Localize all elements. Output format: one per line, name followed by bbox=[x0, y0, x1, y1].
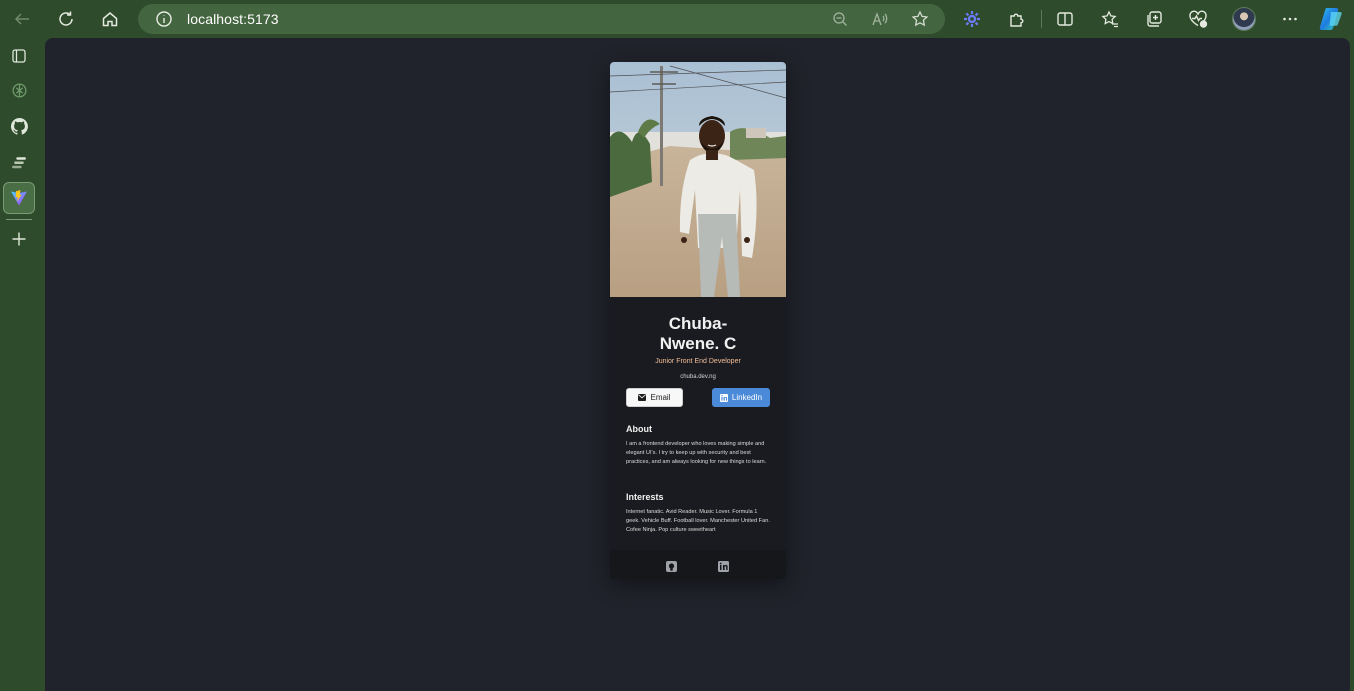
profile-name: Chuba- Nwene. C bbox=[610, 314, 786, 354]
linkedin-button[interactable]: LinkedIn bbox=[712, 388, 770, 407]
more-icon[interactable] bbox=[1276, 5, 1304, 33]
page-viewport: Chuba- Nwene. C Junior Front End Develop… bbox=[45, 38, 1350, 691]
copilot-icon[interactable] bbox=[1318, 6, 1344, 32]
email-button-label: Email bbox=[650, 393, 671, 402]
address-bar[interactable]: localhost:5173 bbox=[138, 4, 945, 34]
profile-name-line2: Nwene. C bbox=[659, 334, 737, 353]
envelope-icon bbox=[638, 394, 647, 401]
interests-heading: Interests bbox=[626, 492, 664, 502]
info-icon[interactable] bbox=[150, 5, 178, 33]
chatgpt-icon[interactable] bbox=[3, 74, 35, 106]
github-icon[interactable] bbox=[3, 110, 35, 142]
favorites-icon[interactable] bbox=[1096, 5, 1124, 33]
app-icon[interactable] bbox=[3, 146, 35, 178]
puzzle-icon[interactable] bbox=[1003, 5, 1031, 33]
refresh-icon[interactable] bbox=[52, 5, 80, 33]
star-icon[interactable] bbox=[906, 5, 934, 33]
profile-role: Junior Front End Developer bbox=[655, 358, 741, 365]
browser-toolbar: localhost:5173 bbox=[0, 0, 1354, 38]
split-screen-icon[interactable] bbox=[1051, 5, 1079, 33]
home-icon[interactable] bbox=[96, 5, 124, 33]
tab-actions-icon[interactable] bbox=[3, 40, 35, 72]
interests-text: Internet fanatic. Avid Reader. Music Lov… bbox=[626, 509, 770, 533]
email-button[interactable]: Email bbox=[626, 388, 683, 407]
github-icon[interactable] bbox=[666, 559, 677, 572]
about-text: I am a frontend developer who loves maki… bbox=[626, 441, 767, 465]
profile-photo bbox=[610, 62, 786, 297]
linkedin-icon bbox=[719, 393, 728, 402]
linkedin-button-label: LinkedIn bbox=[731, 393, 763, 402]
add-icon[interactable] bbox=[3, 223, 35, 255]
vite-icon[interactable] bbox=[3, 182, 35, 214]
back-icon[interactable] bbox=[8, 5, 36, 33]
address-url[interactable]: localhost:5173 bbox=[187, 11, 279, 27]
profile-website[interactable]: chuba.dev.ng bbox=[610, 374, 786, 380]
profile-card: Chuba- Nwene. C Junior Front End Develop… bbox=[610, 62, 786, 579]
avatar[interactable] bbox=[1232, 7, 1256, 31]
read-aloud-icon[interactable] bbox=[866, 5, 894, 33]
browser-sidebar bbox=[0, 38, 45, 691]
linkedin-icon[interactable] bbox=[718, 559, 729, 572]
extension-gear-icon[interactable] bbox=[958, 5, 986, 33]
about-heading: About bbox=[626, 424, 652, 434]
sidebar-divider bbox=[6, 219, 32, 220]
collections-icon[interactable] bbox=[1140, 5, 1168, 33]
profile-name-line1: Chuba- bbox=[668, 314, 728, 333]
card-footer bbox=[610, 550, 786, 579]
zoom-out-icon[interactable] bbox=[826, 5, 854, 33]
heart-pulse-icon[interactable] bbox=[1184, 5, 1212, 33]
toolbar-divider bbox=[1041, 10, 1042, 28]
